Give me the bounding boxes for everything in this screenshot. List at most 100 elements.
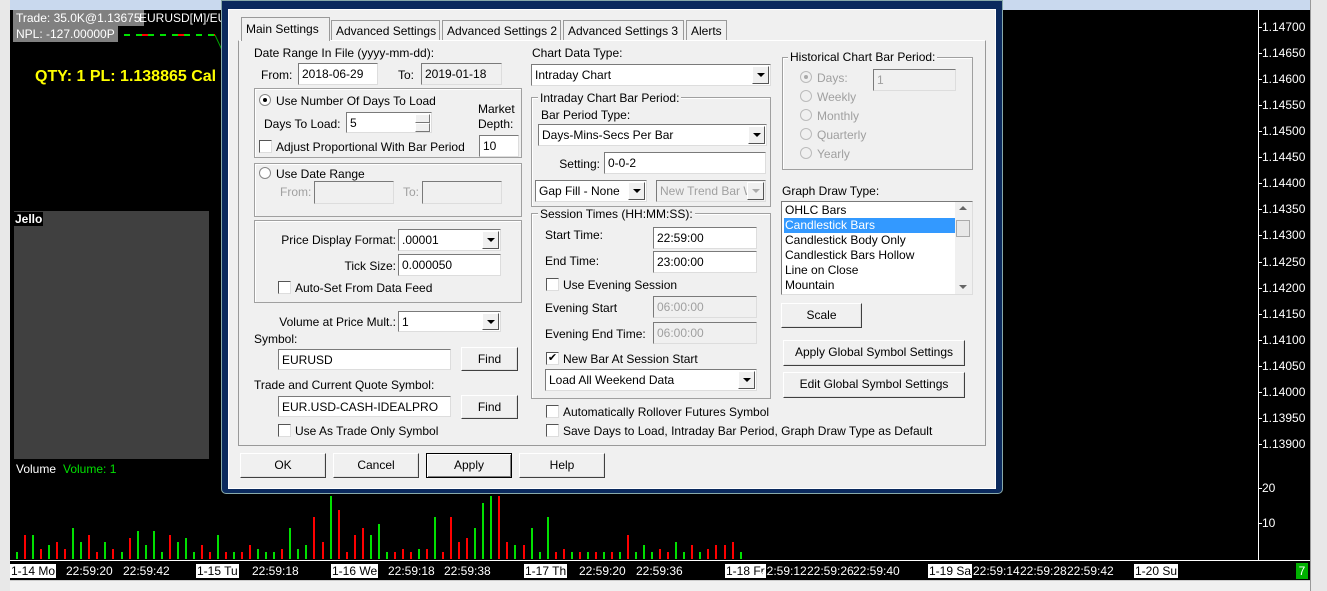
symbol-input[interactable]: EURUSD [278, 349, 451, 370]
find-trade-symbol-button[interactable]: Find [461, 395, 518, 419]
price-format-select[interactable]: .00001 [398, 229, 501, 251]
find-symbol-button[interactable]: Find [461, 347, 518, 371]
tab-advanced-settings-3[interactable]: Advanced Settings 3 [563, 20, 684, 41]
chevron-down-icon[interactable] [482, 313, 499, 330]
scroll-up-icon[interactable] [959, 206, 967, 210]
use-evening-checkbox[interactable] [546, 278, 559, 291]
ok-button[interactable]: OK [240, 453, 326, 478]
volume-bar [265, 552, 268, 559]
volume-bar [40, 548, 43, 559]
use-days-radio[interactable] [259, 94, 271, 106]
vap-select[interactable]: 1 [398, 311, 501, 332]
volume-bar [691, 545, 694, 559]
trade-only-checkbox[interactable] [278, 424, 291, 437]
graph-draw-listbox[interactable]: OHLC Bars Candlestick Bars Candlestick B… [781, 201, 973, 295]
volume-bar [257, 548, 260, 559]
scroll-down-icon[interactable] [959, 285, 967, 289]
volume-bar [418, 548, 420, 559]
chart-data-type-value: Intraday Chart [535, 68, 612, 82]
tab-advanced-settings[interactable]: Advanced Settings [331, 20, 440, 41]
volume-bar [16, 552, 18, 559]
scale-button[interactable]: Scale [781, 303, 862, 328]
list-item[interactable]: Candlestick Body Only [784, 233, 956, 248]
listbox-scrollbar[interactable] [955, 202, 972, 294]
auto-set-checkbox[interactable] [278, 281, 291, 294]
volume-bar [88, 534, 91, 559]
from-label: From: [261, 68, 293, 82]
volume-bar [80, 541, 83, 559]
volume-bar [385, 552, 388, 559]
list-item[interactable]: OHLC Bars [784, 203, 956, 218]
weekend-data-select[interactable]: Load All Weekend Data [545, 369, 757, 391]
symbol-label: Symbol: [254, 332, 298, 346]
volume-bar [554, 552, 557, 559]
horizontal-scrollbar[interactable] [10, 580, 1310, 591]
volume-axis-label: 20 [1262, 481, 1276, 495]
start-time-input[interactable]: 22:59:00 [653, 227, 757, 249]
volume-bar [442, 552, 445, 559]
tab-advanced-settings-2[interactable]: Advanced Settings 2 [442, 20, 561, 41]
tick-size-input[interactable]: 0.000050 [398, 254, 501, 276]
volume-bar [168, 534, 171, 559]
session-group-label: Session Times (HH:MM:SS): [538, 207, 695, 221]
chevron-down-icon[interactable] [482, 231, 499, 249]
list-item-selected[interactable]: Candlestick Bars [784, 218, 956, 233]
spin-up-button[interactable] [415, 114, 430, 123]
days-to-load-stepper[interactable]: 5 [346, 112, 432, 133]
price-axis-label: 1.14350 [1262, 202, 1306, 217]
chevron-down-icon[interactable] [752, 66, 769, 84]
spin-down-button[interactable] [415, 123, 430, 132]
tab-alerts[interactable]: Alerts [686, 20, 727, 41]
volume-bar [160, 552, 163, 559]
volume-bar [273, 552, 276, 559]
end-time-input[interactable]: 23:00:00 [653, 251, 757, 273]
volume-axis-label: 10 [1262, 516, 1276, 530]
study-panel [14, 211, 209, 459]
volume-bar [514, 545, 517, 559]
chevron-down-icon[interactable] [748, 126, 765, 144]
price-axis-label: 1.14650 [1262, 46, 1306, 61]
volume-bar [619, 552, 621, 559]
volume-value: Volume: 1 [63, 462, 117, 476]
chart-data-type-select[interactable]: Intraday Chart [531, 64, 771, 86]
from-date-input[interactable]: 2018-06-29 [298, 63, 378, 85]
apply-global-symbol-settings-button[interactable]: Apply Global Symbol Settings [783, 340, 965, 366]
list-item[interactable]: Line on Close [784, 263, 956, 278]
time-axis-date-label: 1-20 Su [1134, 564, 1179, 578]
gap-fill-select[interactable]: Gap Fill - None [535, 180, 647, 202]
volume-bar [144, 545, 147, 559]
adjust-proportional-checkbox[interactable] [259, 140, 272, 153]
volume-bar [570, 552, 573, 559]
edit-global-symbol-settings-button[interactable]: Edit Global Symbol Settings [783, 372, 965, 398]
time-axis-label: 22:59:20 [66, 564, 113, 578]
volume-bar [466, 538, 469, 559]
volume-bar [578, 552, 581, 559]
time-axis-date-label: 1-19 Sa [928, 564, 973, 578]
list-item[interactable]: Mountain [784, 278, 956, 293]
price-axis-label: 1.14050 [1262, 358, 1306, 373]
volume-bar [450, 517, 453, 559]
market-depth-input[interactable]: 10 [479, 135, 519, 157]
end-time-label: End Time: [545, 254, 600, 268]
list-item[interactable]: Candlestick Bars Hollow [784, 248, 956, 263]
setting-input[interactable]: 0-0-2 [604, 152, 766, 174]
volume-bar [699, 552, 702, 559]
hist-weekly-label: Weekly [817, 90, 857, 104]
price-axis-label: 1.14300 [1262, 228, 1306, 243]
help-button[interactable]: Help [519, 453, 605, 478]
chevron-down-icon[interactable] [628, 182, 645, 200]
volume-bar [192, 552, 195, 559]
save-default-checkbox[interactable] [546, 424, 559, 437]
volume-bar [594, 552, 597, 559]
new-bar-checkbox[interactable]: ✔ [546, 352, 559, 365]
npl-info: NPL: -127.00000P [13, 26, 118, 42]
rollover-checkbox[interactable] [546, 405, 559, 418]
chevron-down-icon[interactable] [738, 371, 755, 389]
scroll-thumb[interactable] [956, 220, 970, 237]
tab-main-settings[interactable]: Main Settings [241, 17, 330, 41]
use-date-range-radio[interactable] [259, 167, 271, 179]
trade-symbol-input[interactable]: EUR.USD-CASH-IDEALPRO [278, 396, 451, 417]
apply-button[interactable]: Apply [426, 453, 512, 478]
bar-period-type-select[interactable]: Days-Mins-Secs Per Bar [538, 124, 767, 146]
cancel-button[interactable]: Cancel [333, 453, 419, 478]
